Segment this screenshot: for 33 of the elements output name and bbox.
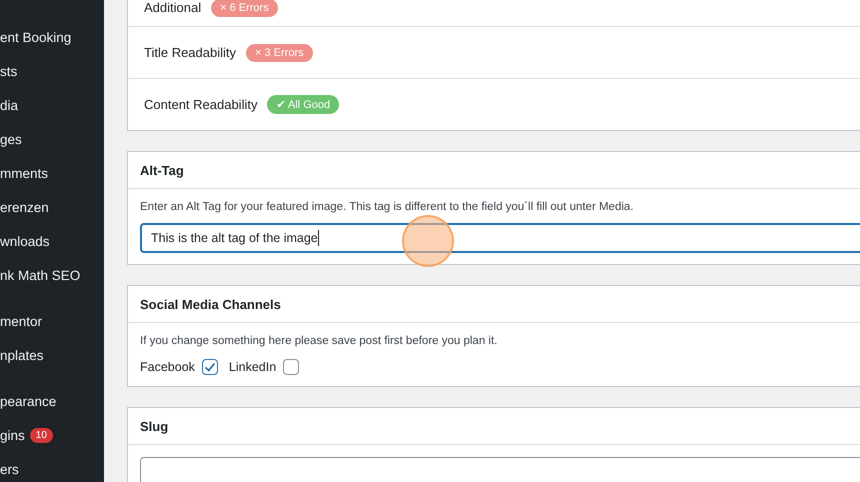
sidebar-item[interactable]: mments: [0, 166, 48, 180]
input-field[interactable]: This is the alt tag of the image: [140, 223, 860, 253]
checkbox[interactable]: [202, 359, 218, 375]
input-field[interactable]: [140, 457, 860, 482]
checkbox-label: Facebook: [140, 360, 195, 374]
sidebar-item[interactable]: dia: [0, 98, 18, 112]
row-label: Title Readability: [144, 45, 236, 60]
sidebar-item[interactable]: ers: [0, 462, 19, 476]
sidebar-item[interactable]: ges: [0, 132, 22, 146]
count-badge: 10: [30, 428, 53, 442]
sidebar-item[interactable]: sts: [0, 64, 18, 78]
sidebar-item[interactable]: erenzen: [0, 200, 49, 214]
status-badge: × 6 Errors: [211, 0, 278, 16]
sidebar-item[interactable]: mentor: [0, 314, 42, 328]
panel-title: Slug: [140, 418, 168, 434]
row-label: Content Readability: [144, 97, 258, 112]
status-badge: × 3 Errors: [246, 44, 313, 62]
panel-title: Social Media Channels: [140, 296, 281, 312]
sidebar-item[interactable]: nplates: [0, 348, 44, 362]
status-badge: ✔ All Good: [267, 95, 340, 114]
sidebar-item[interactable]: nk Math SEO: [0, 268, 80, 282]
check-icon: [202, 360, 217, 374]
checkbox-label: LinkedIn: [228, 360, 276, 374]
description: Enter an Alt Tag for your featured image. This tag is different to the field you´ll fill out unter Media.: [140, 201, 634, 213]
checkbox[interactable]: [283, 359, 300, 375]
click-indicator: [402, 215, 454, 267]
row-label: Additional: [144, 0, 202, 15]
sidebar-item[interactable]: gins: [0, 428, 25, 442]
sidebar-item[interactable]: pearance: [0, 394, 56, 408]
sidebar-item[interactable]: wnloads: [0, 234, 50, 248]
sidebar-item[interactable]: ent Booking: [0, 30, 72, 44]
description: If you change something here please save post first before you plan it.: [140, 335, 498, 347]
panel-title: Alt-Tag: [140, 162, 184, 178]
